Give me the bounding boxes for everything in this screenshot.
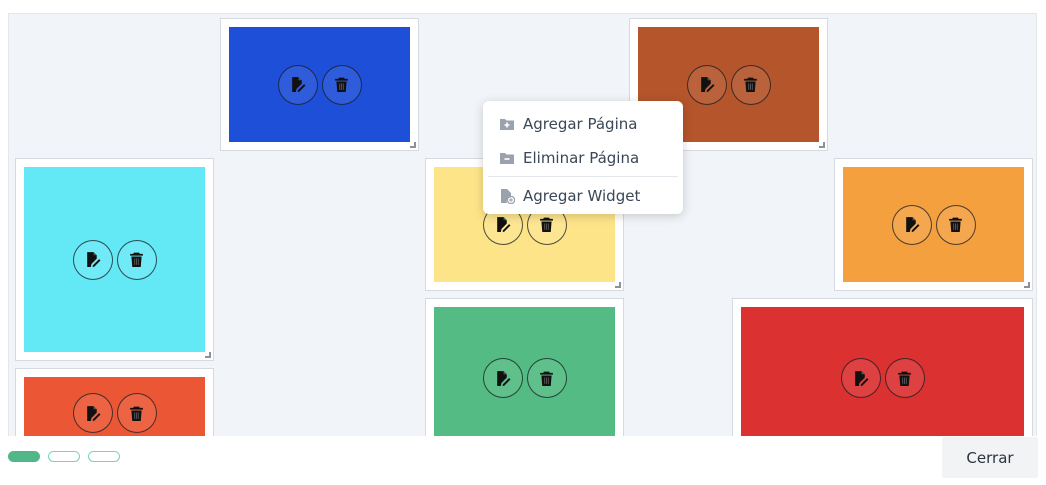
edit-widget-button[interactable]: [482, 358, 523, 398]
menu-item-add-widget[interactable]: Agregar Widget: [483, 179, 683, 213]
resize-handle[interactable]: [1024, 282, 1030, 288]
context-menu: Agregar Página Eliminar Página Agregar W…: [483, 101, 683, 214]
edit-icon: [494, 216, 511, 233]
edit-icon: [494, 370, 511, 387]
page-dot[interactable]: [48, 451, 80, 462]
menu-item-label: Agregar Página: [523, 115, 638, 133]
trash-icon: [128, 405, 145, 422]
widget-color-block: [24, 377, 205, 436]
resize-handle[interactable]: [410, 142, 416, 148]
widget-actions: [482, 358, 567, 398]
trash-icon: [538, 216, 555, 233]
delete-widget-button[interactable]: [884, 358, 925, 398]
widget-color-block: [24, 167, 205, 352]
edit-icon: [289, 76, 306, 93]
widget-actions: [72, 239, 157, 280]
edit-icon: [852, 370, 869, 387]
edit-icon: [84, 405, 101, 422]
trash-icon: [333, 76, 350, 93]
widget-actions: [891, 204, 976, 245]
widget-actions: [72, 393, 157, 433]
edit-widget-button[interactable]: [891, 204, 932, 245]
delete-widget-button[interactable]: [935, 204, 976, 245]
widget-card[interactable]: [15, 368, 214, 436]
widget-color-block: [741, 307, 1024, 436]
widget-card[interactable]: [834, 158, 1033, 291]
widget-card[interactable]: [425, 298, 624, 436]
page-pager: [8, 451, 120, 462]
widget-color-block: [843, 167, 1024, 282]
widget-actions: [686, 64, 771, 105]
trash-icon: [742, 76, 759, 93]
widget-actions: [277, 64, 362, 105]
edit-icon: [698, 76, 715, 93]
delete-widget-button[interactable]: [321, 64, 362, 105]
resize-handle[interactable]: [819, 142, 825, 148]
edit-widget-button[interactable]: [72, 239, 113, 280]
widget-actions: [840, 358, 925, 398]
widget-card[interactable]: [732, 298, 1033, 436]
edit-widget-button[interactable]: [277, 64, 318, 105]
trash-icon: [538, 370, 555, 387]
edit-widget-button[interactable]: [686, 64, 727, 105]
page-dot[interactable]: [8, 451, 40, 462]
resize-handle[interactable]: [615, 282, 621, 288]
close-button[interactable]: Cerrar: [942, 437, 1038, 478]
widget-card[interactable]: [15, 158, 214, 361]
menu-item-label: Agregar Widget: [523, 187, 641, 205]
menu-item-label: Eliminar Página: [523, 149, 640, 167]
delete-widget-button[interactable]: [116, 393, 157, 433]
widget-color-block: [229, 27, 410, 142]
delete-widget-button[interactable]: [526, 358, 567, 398]
menu-divider: [488, 176, 678, 177]
folder-minus-icon: [499, 150, 515, 166]
trash-icon: [947, 216, 964, 233]
file-add-icon: [499, 188, 515, 204]
widget-card[interactable]: [220, 18, 419, 151]
widget-color-block: [434, 307, 615, 436]
edit-icon: [903, 216, 920, 233]
trash-icon: [128, 251, 145, 268]
edit-icon: [84, 251, 101, 268]
trash-icon: [896, 370, 913, 387]
delete-widget-button[interactable]: [730, 64, 771, 105]
resize-handle[interactable]: [205, 352, 211, 358]
page-dot[interactable]: [88, 451, 120, 462]
menu-item-remove-page[interactable]: Eliminar Página: [483, 141, 683, 175]
edit-widget-button[interactable]: [840, 358, 881, 398]
menu-item-add-page[interactable]: Agregar Página: [483, 107, 683, 141]
folder-plus-icon: [499, 116, 515, 132]
dashboard-canvas: [8, 13, 1037, 436]
edit-widget-button[interactable]: [72, 393, 113, 433]
delete-widget-button[interactable]: [116, 239, 157, 280]
